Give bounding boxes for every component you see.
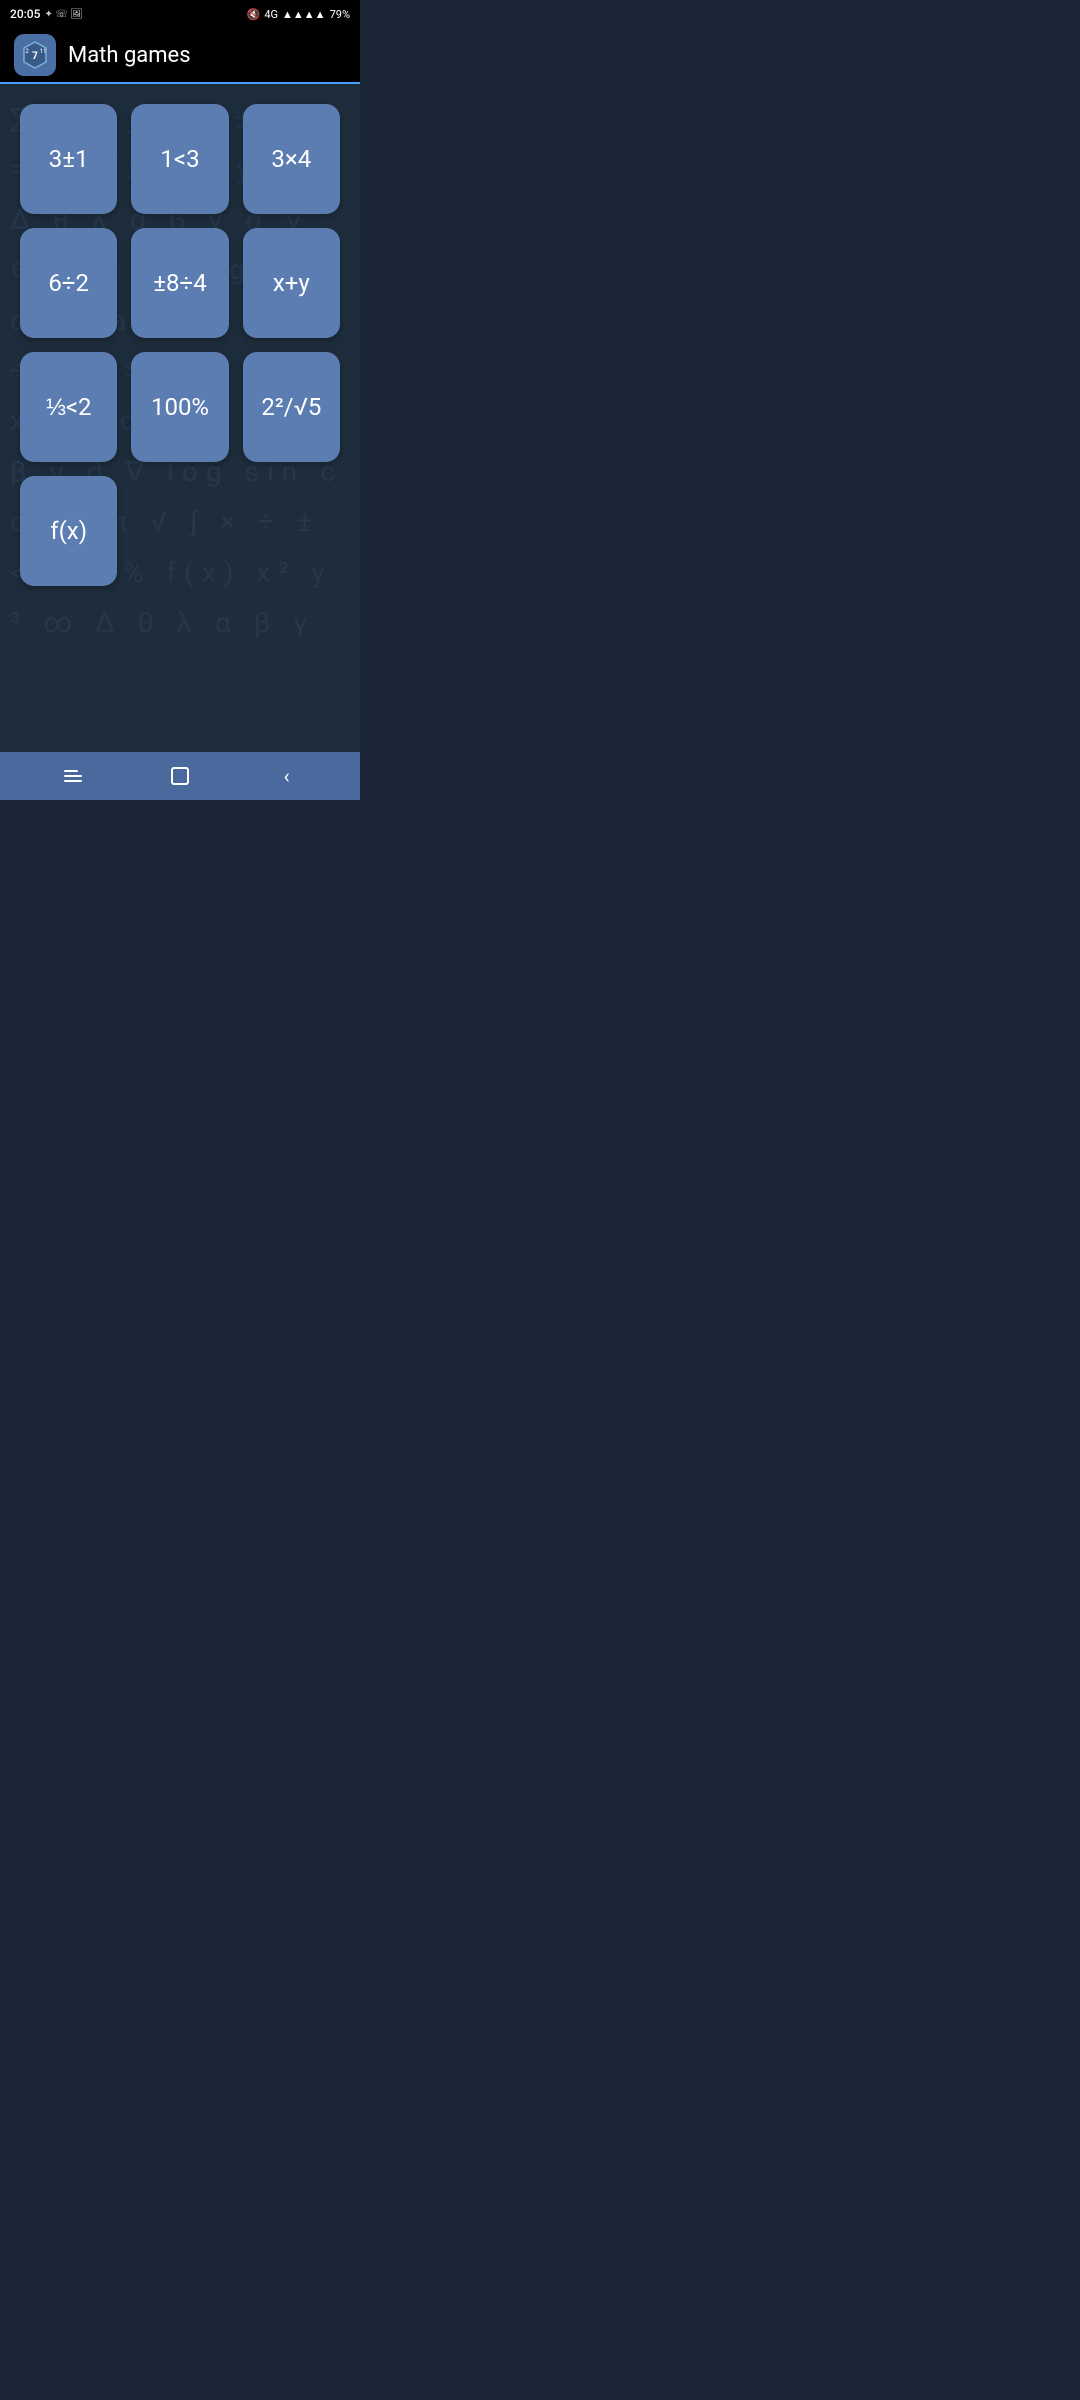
nav-home-button[interactable] [160, 758, 200, 794]
app-title: Math games [68, 43, 191, 68]
game-card-comparison[interactable]: 1<3 [131, 104, 228, 214]
game-card-powers-roots[interactable]: 2²/√5 [243, 352, 340, 462]
game-card-multiplication[interactable]: 3×4 [243, 104, 340, 214]
app-logo: 7 2 11 [14, 34, 56, 76]
game-card-fractions[interactable]: ⅓<2 [20, 352, 117, 462]
game-card-functions[interactable]: f(x) [20, 476, 117, 586]
main-content: ∑ π √ ∫ × ÷ ± < > = % f(x) x² y³ ∞ Δ θ λ… [0, 84, 360, 752]
status-time: 20:05 ✦ ☏ 🖼 [10, 7, 83, 21]
nav-bar: ‹ [0, 752, 360, 800]
game-card-plus-minus-division[interactable]: ±8÷4 [131, 228, 228, 338]
game-card-addition[interactable]: 3±1 [20, 104, 117, 214]
app-bar: 7 2 11 Math games [0, 28, 360, 84]
status-bar: 20:05 ✦ ☏ 🖼 🔇 4G ▲▲▲▲ 79% [0, 0, 360, 28]
nav-menu-button[interactable] [53, 758, 93, 794]
home-icon [171, 767, 189, 785]
menu-icon [64, 770, 82, 782]
svg-text:11: 11 [40, 48, 47, 55]
game-card-percentage[interactable]: 100% [131, 352, 228, 462]
svg-text:7: 7 [32, 51, 38, 62]
game-card-division[interactable]: 6÷2 [20, 228, 117, 338]
status-right: 🔇 4G ▲▲▲▲ 79% [247, 8, 350, 21]
game-grid: 3±1 1<3 3×4 6÷2 ±8÷4 x+y ⅓<2 100% 2²/√5 … [0, 84, 360, 606]
game-card-algebra[interactable]: x+y [243, 228, 340, 338]
nav-back-button[interactable]: ‹ [267, 758, 307, 794]
back-icon: ‹ [284, 766, 290, 786]
